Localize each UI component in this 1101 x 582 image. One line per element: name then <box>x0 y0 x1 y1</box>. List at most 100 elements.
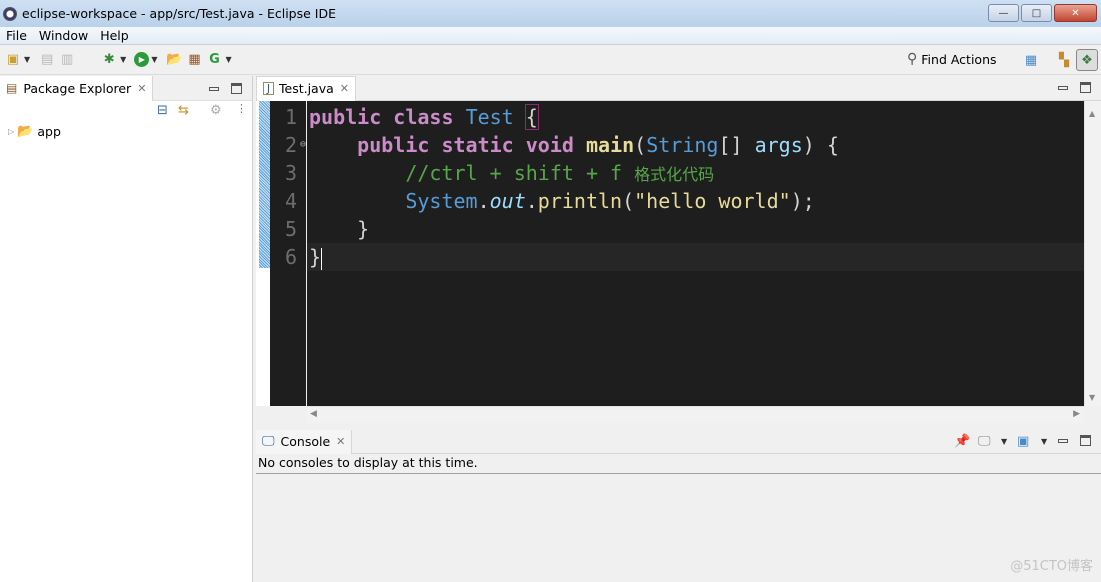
maximize-editor-icon[interactable] <box>1080 82 1091 93</box>
code-token: void <box>525 133 574 157</box>
code-line[interactable]: } <box>309 215 1084 243</box>
title-bar: eclipse-workspace - app/src/Test.java - … <box>0 0 1101 27</box>
new-icon[interactable]: ▣ <box>4 51 22 69</box>
pin-console-icon[interactable]: 📌 <box>954 434 970 449</box>
minimize-button[interactable]: — <box>988 4 1019 22</box>
new-java-project-icon[interactable]: 📂 <box>165 51 183 69</box>
package-explorer-toolbar: ⊟ ⇆ ⚙ ⋮ <box>0 101 252 121</box>
vertical-scrollbar[interactable]: ▲ ▼ <box>1084 101 1101 406</box>
code-token: ( <box>622 189 635 213</box>
open-perspective-icon[interactable]: ▦ <box>1020 49 1042 71</box>
filters-icon[interactable]: ⚙ <box>210 103 222 118</box>
code-line[interactable]: public static void main(String[] args) { <box>309 131 1084 159</box>
scroll-left-icon[interactable]: ◀ <box>310 409 317 419</box>
line-number: 5 <box>284 217 297 241</box>
console-message: No consoles to display at this time. <box>256 454 1101 474</box>
menu-help[interactable]: Help <box>100 28 129 43</box>
new-package-icon[interactable]: ▦ <box>185 51 203 69</box>
run-dropdown-icon[interactable]: ▼ <box>151 55 157 64</box>
java-ee-perspective-icon[interactable]: ▚ <box>1053 49 1075 71</box>
minimize-view-icon[interactable] <box>209 86 219 91</box>
code-token: "hello world" <box>634 189 791 213</box>
editor-panel: J Test.java ✕ 1 2 ⊖ 3 4 5 6 public class Test … <box>256 75 1101 426</box>
maximize-console-icon[interactable] <box>1080 435 1091 446</box>
link-with-editor-icon[interactable]: ⇆ <box>178 103 189 118</box>
package-explorer-panel: ▤ Package Explorer ✕ ⊟ ⇆ ⚙ ⋮ ▷ 📂 app <box>0 75 253 582</box>
console-panel: 🖵 Console ✕ 📌 🖵 ▼ ▣ ▼ No consoles to dis… <box>256 429 1101 582</box>
new-class-icon[interactable]: G <box>205 51 223 69</box>
tab-test-java[interactable]: J Test.java ✕ <box>256 75 356 101</box>
horizontal-scrollbar[interactable]: ◀ ▶ <box>306 406 1084 423</box>
save-icon[interactable]: ▤ <box>38 51 56 69</box>
menu-window[interactable]: Window <box>39 28 88 43</box>
java-file-icon: J <box>263 82 274 95</box>
debug-dropdown-icon[interactable]: ▼ <box>120 55 126 64</box>
tree-item-label: app <box>37 123 61 139</box>
fold-icon[interactable]: ⊖ <box>300 131 306 159</box>
find-actions-button[interactable]: ⚲ Find Actions <box>907 51 997 67</box>
tab-package-explorer[interactable]: ▤ Package Explorer ✕ <box>0 75 154 101</box>
expand-arrow-icon[interactable]: ▷ <box>8 127 14 136</box>
code-token: ); <box>790 189 815 213</box>
save-all-icon[interactable]: ▥ <box>58 51 76 69</box>
code-token: String <box>646 133 719 157</box>
code-token: . <box>525 189 538 213</box>
text-cursor <box>321 247 323 270</box>
maximize-view-icon[interactable] <box>231 83 242 94</box>
line-number: 2 ⊖ <box>284 131 306 159</box>
code-token: 格式化代码 <box>634 165 715 184</box>
java-perspective-icon[interactable]: ❖ <box>1076 49 1098 71</box>
display-console-icon[interactable]: 🖵 <box>978 434 991 449</box>
find-actions-label: Find Actions <box>921 51 997 67</box>
code-token: out <box>489 189 526 213</box>
line-numbers: 1 2 ⊖ 3 4 5 6 <box>270 101 306 406</box>
tab-console[interactable]: 🖵 Console ✕ <box>256 429 353 454</box>
minimize-console-icon[interactable] <box>1058 438 1068 443</box>
package-explorer-header: ▤ Package Explorer ✕ <box>0 75 252 101</box>
code-line[interactable]: } <box>307 243 1084 271</box>
new-class-dropdown-icon[interactable]: ▼ <box>225 55 231 64</box>
collapse-all-icon[interactable]: ⊟ <box>157 103 168 118</box>
view-menu-icon[interactable]: ⋮ <box>236 102 247 115</box>
close-tab-icon[interactable]: ✕ <box>137 82 146 95</box>
scroll-right-icon[interactable]: ▶ <box>1073 409 1080 419</box>
code-token: { <box>524 104 539 130</box>
scroll-down-icon[interactable]: ▼ <box>1089 393 1095 402</box>
scroll-up-icon[interactable]: ▲ <box>1089 109 1095 118</box>
java-project-icon: 📂 <box>17 123 34 139</box>
code-text[interactable]: public class Test { public static void m… <box>307 101 1084 406</box>
maximize-button[interactable]: □ <box>1021 4 1052 22</box>
code-token: ( <box>634 133 647 157</box>
close-tab-icon[interactable]: ✕ <box>336 435 345 448</box>
code-line[interactable]: System.out.println("hello world"); <box>309 187 1084 215</box>
console-tab-label: Console <box>280 434 331 449</box>
code-token: } <box>309 245 322 269</box>
overview-ruler <box>256 101 270 406</box>
code-line[interactable]: //ctrl + shift + f 格式化代码 <box>309 159 1084 187</box>
display-console-dropdown-icon[interactable]: ▼ <box>1001 437 1007 446</box>
menu-file[interactable]: File <box>6 28 27 43</box>
run-icon[interactable]: ▶ <box>134 52 150 67</box>
code-token: //ctrl + shift + f <box>405 161 635 185</box>
close-icon: ✕ <box>1071 7 1080 19</box>
code-line[interactable]: public class Test { <box>309 103 1084 131</box>
new-dropdown-icon[interactable]: ▼ <box>24 55 30 64</box>
line-number: 1 <box>284 105 297 129</box>
code-token: public <box>309 105 382 129</box>
minimize-editor-icon[interactable] <box>1058 85 1068 90</box>
search-icon: ⚲ <box>907 51 918 67</box>
console-icon: 🖵 <box>262 434 275 449</box>
close-button[interactable]: ✕ <box>1054 4 1097 22</box>
tree-item-app[interactable]: ▷ 📂 app <box>0 121 252 141</box>
debug-icon[interactable]: ✱ <box>100 51 118 69</box>
code-editor[interactable]: 1 2 ⊖ 3 4 5 6 public class Test { public stati… <box>256 101 1101 406</box>
console-header: 🖵 Console ✕ 📌 🖵 ▼ ▣ ▼ <box>256 429 1101 454</box>
package-explorer-icon: ▤ <box>6 81 18 95</box>
close-tab-icon[interactable]: ✕ <box>340 82 349 95</box>
open-console-icon[interactable]: ▣ <box>1017 434 1029 449</box>
open-console-dropdown-icon[interactable]: ▼ <box>1041 437 1047 446</box>
